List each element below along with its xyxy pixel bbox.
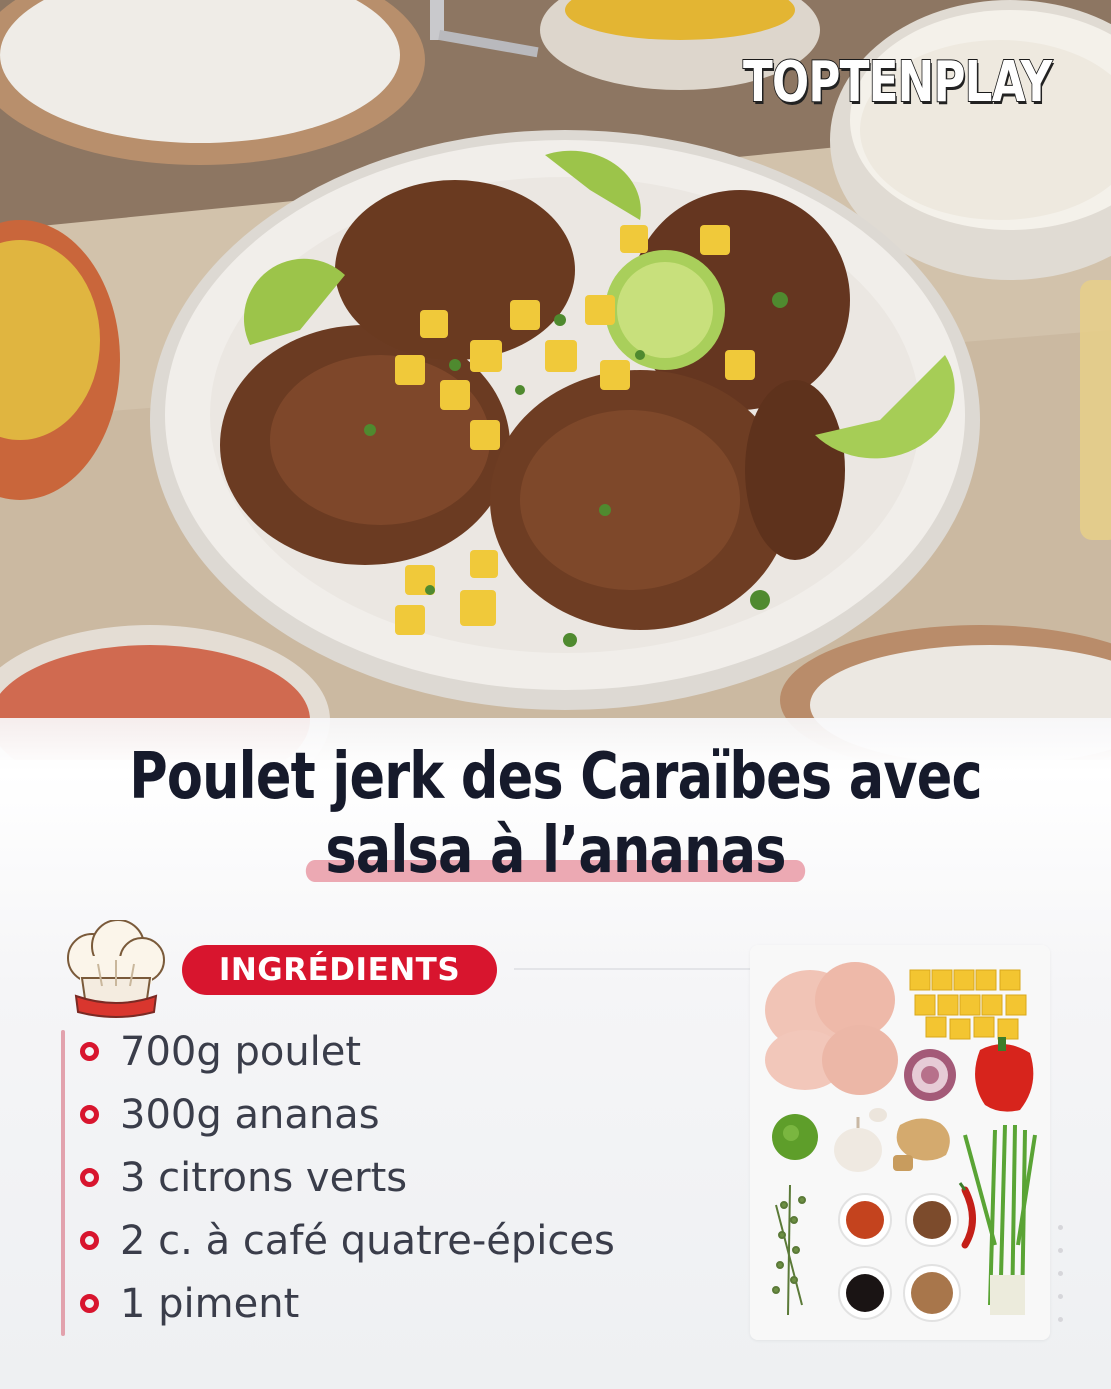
- decorative-dots: [1058, 1225, 1064, 1345]
- ingredient-item: 300g ananas: [80, 1083, 615, 1146]
- bullet-ring-icon: [80, 1168, 99, 1187]
- recipe-title-line-2: salsa à l’ananas: [305, 814, 806, 888]
- ingredient-list: 700g poulet 300g ananas 3 citrons verts …: [80, 1020, 615, 1335]
- recipe-title-line-1: Poulet jerk des Caraïbes avec: [129, 740, 982, 814]
- ingredient-text: 1 piment: [120, 1280, 300, 1327]
- ingredient-text: 300g ananas: [120, 1091, 380, 1138]
- list-accent-rail: [61, 1030, 65, 1336]
- bullet-ring-icon: [80, 1105, 99, 1124]
- ingredient-item: 700g poulet: [80, 1020, 615, 1083]
- recipe-title: Poulet jerk des Caraïbes avec salsa à l’…: [0, 740, 1111, 888]
- hero-photo: TOPTENPLAY: [0, 0, 1111, 760]
- ingredient-text: 700g poulet: [120, 1028, 362, 1075]
- bullet-ring-icon: [80, 1294, 99, 1313]
- ingredients-flatlay-illustration: [750, 945, 1050, 1340]
- ingredient-text: 2 c. à café quatre-épices: [120, 1217, 615, 1264]
- ingredients-header-badge: INGRÉDIENTS: [182, 945, 497, 995]
- chef-hat-icon: [67, 920, 165, 1018]
- ingredient-item: 1 piment: [80, 1272, 615, 1335]
- section-divider: [514, 968, 750, 970]
- ingredient-item: 2 c. à café quatre-épices: [80, 1209, 615, 1272]
- ingredient-text: 3 citrons verts: [120, 1154, 408, 1201]
- ingredient-item: 3 citrons verts: [80, 1146, 615, 1209]
- bullet-ring-icon: [80, 1042, 99, 1061]
- bullet-ring-icon: [80, 1231, 99, 1250]
- brand-watermark: TOPTENPLAY: [742, 49, 1053, 116]
- ingredients-flatlay-photo: [750, 945, 1050, 1340]
